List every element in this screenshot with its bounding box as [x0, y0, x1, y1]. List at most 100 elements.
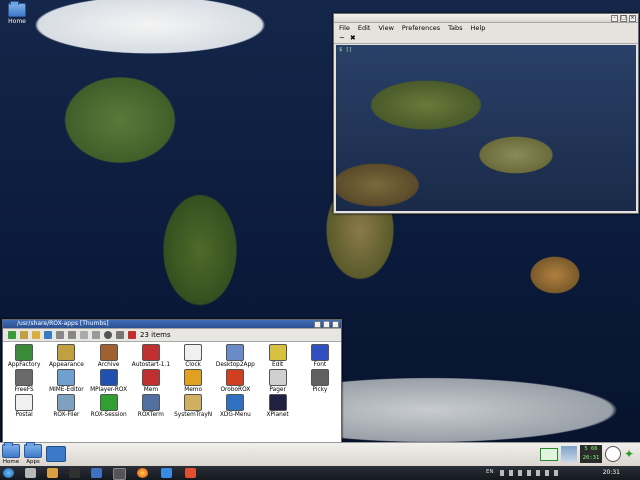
- sort-icon[interactable]: [92, 331, 100, 339]
- file-item[interactable]: Memo: [172, 368, 214, 393]
- mem-icon: [141, 369, 160, 386]
- input-language[interactable]: EN: [486, 469, 494, 475]
- maximize-icon[interactable]: □: [323, 321, 330, 328]
- taskbar-app-icon[interactable]: [25, 468, 36, 478]
- mime-editor-icon: [57, 369, 76, 386]
- clock-icon: [184, 344, 203, 361]
- rox-session-icon: [99, 394, 118, 411]
- file-item[interactable]: Edit: [257, 343, 299, 368]
- file-item-label: XDG-Menu: [219, 412, 251, 418]
- folder-icon: [8, 1, 26, 17]
- show-hidden-icon[interactable]: [104, 331, 112, 339]
- memo-icon: [184, 369, 203, 386]
- file-item[interactable]: FreeFS: [3, 368, 45, 393]
- file-manager-window[interactable]: /usr/share/ROX-apps [Thumbs] – □ × 23 it…: [2, 319, 342, 443]
- menu-preferences[interactable]: Preferences: [402, 24, 440, 32]
- file-item[interactable]: AppFactory: [3, 343, 45, 368]
- file-grid: AppFactory Appearance Archive Autostart-1.1…: [3, 342, 341, 442]
- file-item[interactable]: ROX-Filer: [45, 393, 87, 418]
- taskbar-folder-icon[interactable]: [47, 468, 58, 478]
- zoom-in-icon[interactable]: [56, 331, 64, 339]
- menu-file[interactable]: File: [339, 24, 350, 32]
- desktop-home-label: Home: [8, 18, 26, 25]
- zoom-out-icon[interactable]: [68, 331, 76, 339]
- file-item[interactable]: Pager: [257, 368, 299, 393]
- filer-toolbar: 23 items: [3, 329, 341, 342]
- file-item-label: SystemTrayN: [174, 412, 213, 418]
- taskbar-files-icon[interactable]: [161, 468, 172, 478]
- refresh-icon[interactable]: [44, 331, 52, 339]
- terminal-prompt: $ []: [339, 47, 353, 53]
- file-item[interactable]: Postal: [3, 393, 45, 418]
- taskbar-terminal-icon[interactable]: [69, 468, 80, 478]
- xplanet-icon: [268, 394, 287, 411]
- archive-icon: [99, 344, 118, 361]
- taskbar-vm-icon[interactable]: [113, 468, 126, 480]
- roxterm-icon: [141, 394, 160, 411]
- file-item[interactable]: ROX-Session: [88, 393, 130, 418]
- file-item[interactable]: MPlayer-ROX: [88, 368, 130, 393]
- maximize-icon[interactable]: □: [620, 15, 627, 22]
- file-item[interactable]: SystemTrayN: [172, 393, 214, 418]
- taskbar-browser-icon[interactable]: [137, 468, 148, 478]
- file-item[interactable]: ROXTerm: [130, 393, 172, 418]
- file-item[interactable]: Archive: [88, 343, 130, 368]
- tray-icons[interactable]: [500, 470, 560, 476]
- desktop-home-icon[interactable]: Home: [0, 1, 34, 25]
- filer-titlebar[interactable]: /usr/share/ROX-apps [Thumbs] – □ ×: [3, 320, 341, 329]
- file-item[interactable]: OroboROX: [214, 368, 256, 393]
- oroborox-icon: [226, 369, 245, 386]
- up-arrow-icon[interactable]: [8, 331, 16, 339]
- file-item[interactable]: Autostart-1.1: [130, 343, 172, 368]
- bookmarks-icon[interactable]: [32, 331, 40, 339]
- file-item[interactable]: XDG-Menu: [214, 393, 256, 418]
- file-item[interactable]: MIME-Editor: [45, 368, 87, 393]
- terminal-titlebar[interactable]: – □ ×: [334, 14, 638, 23]
- file-item[interactable]: Mem: [130, 368, 172, 393]
- clock-icon[interactable]: [605, 446, 621, 462]
- terminal-window[interactable]: – □ × File Edit View Preferences Tabs He…: [333, 13, 639, 214]
- menu-tabs[interactable]: Tabs: [448, 24, 462, 32]
- start-button-icon[interactable]: [3, 468, 14, 478]
- item-count: 23 items: [140, 331, 171, 339]
- close-icon[interactable]: ×: [629, 15, 636, 22]
- session-runner-icon[interactable]: ✦: [624, 447, 638, 461]
- load-monitor: 5 66 20:31: [580, 445, 602, 463]
- mail-icon[interactable]: [540, 447, 558, 461]
- panel-home-icon[interactable]: Home: [2, 442, 20, 465]
- menu-view[interactable]: View: [378, 24, 393, 32]
- menu-edit[interactable]: Edit: [358, 24, 371, 32]
- terminal-toolbar: ~ ✖: [334, 33, 638, 44]
- file-item[interactable]: Clock: [172, 343, 214, 368]
- minimize-icon[interactable]: –: [611, 15, 618, 22]
- systemtrayn-icon: [184, 394, 203, 411]
- close-icon[interactable]: ×: [332, 321, 339, 328]
- select-icon[interactable]: [128, 331, 136, 339]
- menu-help[interactable]: Help: [471, 24, 486, 32]
- taskbar-media-icon[interactable]: [185, 468, 196, 478]
- file-item-label: Postal: [15, 412, 33, 418]
- picky-icon: [310, 369, 329, 386]
- minimize-icon[interactable]: –: [314, 321, 321, 328]
- file-item[interactable]: Appearance: [45, 343, 87, 368]
- terminal-output[interactable]: $ []: [336, 45, 636, 211]
- home-icon[interactable]: [20, 331, 28, 339]
- appearance-icon: [57, 344, 76, 361]
- file-item-label: ROX-Filer: [53, 412, 80, 418]
- pager-workspaces-icon[interactable]: [561, 446, 577, 462]
- file-item[interactable]: Font: [299, 343, 341, 368]
- folder-icon: [24, 442, 42, 458]
- rox-panel: Home Apps 5 66 20:31 ✦: [0, 442, 640, 467]
- file-item[interactable]: Picky: [299, 368, 341, 393]
- new-tab-icon[interactable]: ~: [339, 34, 345, 42]
- details-icon[interactable]: [116, 331, 124, 339]
- panel-apps-icon[interactable]: Apps: [24, 442, 42, 465]
- taskbar-window-icon[interactable]: [91, 468, 102, 478]
- file-item[interactable]: XPlanet: [257, 393, 299, 418]
- file-item[interactable]: Desktop2App: [214, 343, 256, 368]
- close-tab-icon[interactable]: ✖: [350, 34, 356, 42]
- pager-icon[interactable]: [46, 446, 66, 462]
- scale-icon[interactable]: [80, 331, 88, 339]
- file-item-label: Picky: [312, 387, 328, 393]
- desktop2app-icon: [226, 344, 245, 361]
